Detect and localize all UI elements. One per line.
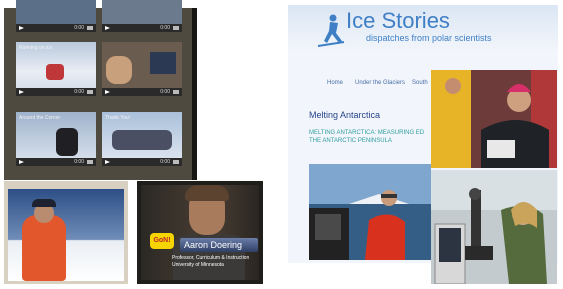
play-icon[interactable] bbox=[19, 90, 24, 94]
video-thumbnail[interactable]: 0:00 bbox=[102, 0, 182, 32]
speaker-affiliation: University of Minnesota bbox=[172, 262, 224, 268]
speaker-title: Professor, Curriculum & Instruction bbox=[172, 255, 250, 261]
grid-border bbox=[192, 8, 197, 180]
article-title[interactable]: MELTING ANTARCTICA: MEASURING ED bbox=[309, 130, 424, 136]
skier-logo-icon bbox=[317, 14, 345, 47]
video-thumbnail-thank-you[interactable]: Thank You! 0:00 bbox=[102, 112, 182, 166]
play-icon[interactable] bbox=[19, 160, 24, 164]
volume-icon[interactable] bbox=[173, 160, 179, 164]
group-photo bbox=[431, 70, 557, 168]
nav-south[interactable]: South bbox=[412, 80, 428, 86]
nav-under-the-glaciers[interactable]: Under the Glaciers bbox=[355, 80, 405, 86]
video-thumbnail-around-the-corner[interactable]: Around the Corner 0:00 bbox=[16, 112, 96, 166]
boat-photo bbox=[309, 164, 431, 260]
volume-icon[interactable] bbox=[173, 90, 179, 94]
video-caption: Thank You! bbox=[105, 115, 131, 121]
volume-icon[interactable] bbox=[87, 26, 93, 30]
show-logo-badge: GoN! bbox=[150, 233, 174, 249]
article-title-cont[interactable]: THE ANTARCTIC PENINSULA bbox=[309, 138, 392, 144]
play-icon[interactable] bbox=[19, 26, 24, 30]
speaker-name: Aaron Doering bbox=[184, 240, 243, 250]
site-tagline: dispatches from polar scientists bbox=[366, 33, 492, 43]
video-thumbnail-running-on-ice[interactable]: Running on ice 0:00 bbox=[16, 42, 96, 96]
site-title[interactable]: Ice Stories bbox=[346, 8, 450, 34]
site-nav: Home Under the Glaciers South bbox=[322, 80, 432, 90]
page-heading: Melting Antarctica bbox=[309, 110, 381, 120]
video-caption: Running on ice bbox=[19, 45, 53, 51]
volume-icon[interactable] bbox=[173, 26, 179, 30]
video-grid: 0:00 0:00 Running on ice 0:00 0:00 Aroun… bbox=[4, 0, 194, 180]
explorer-photo bbox=[4, 181, 128, 284]
play-icon[interactable] bbox=[105, 26, 110, 30]
volume-icon[interactable] bbox=[87, 160, 93, 164]
video-thumbnail[interactable]: 0:00 bbox=[16, 0, 96, 32]
video-thumbnail-lab[interactable]: 0:00 bbox=[102, 42, 182, 96]
lab-photo bbox=[431, 170, 557, 285]
play-icon[interactable] bbox=[105, 160, 110, 164]
volume-icon[interactable] bbox=[87, 90, 93, 94]
play-icon[interactable] bbox=[105, 90, 110, 94]
nav-home[interactable]: Home bbox=[327, 80, 343, 86]
video-caption: Around the Corner bbox=[19, 115, 61, 121]
